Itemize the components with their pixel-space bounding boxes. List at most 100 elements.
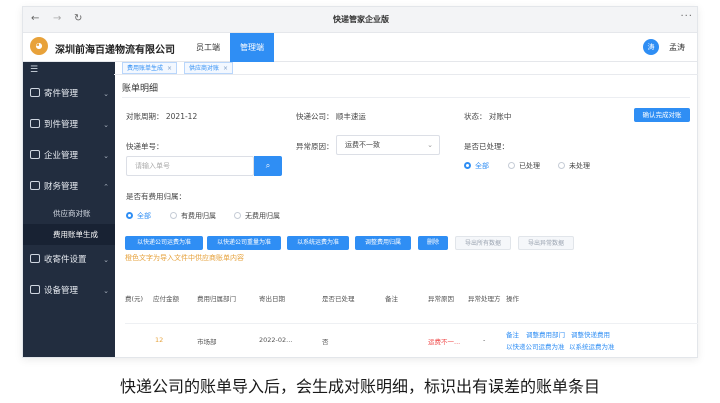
column-header: 应付金额 (153, 295, 179, 303)
window-title: 快递管家企业版 (333, 15, 389, 24)
sidebar-item-settings[interactable]: 收寄件设置 ⌄ (23, 245, 115, 276)
chart-icon (30, 181, 40, 190)
tab-staff[interactable]: 员工端 (186, 33, 230, 62)
use-system-freight-button[interactable]: 以系统运费为准 (287, 236, 349, 250)
chevron-down-icon: ⌄ (103, 121, 109, 129)
page-tab-supplier-reconcile[interactable]: 供应商对账 × (184, 62, 234, 74)
radio-label: 已处理 (519, 162, 540, 170)
chevron-up-icon: ⌃ (103, 183, 109, 191)
adjust-attribution-button[interactable]: 调整费用归属 (355, 236, 411, 250)
sidebar-item-label: 企业管理 (44, 151, 79, 161)
hint-text: 橙色文字为导入文件中供应商账单内容 (125, 254, 244, 262)
close-icon[interactable]: × (167, 65, 172, 72)
tab-label: 供应商对账 (189, 65, 220, 72)
device-icon (30, 285, 40, 294)
cell-processed: 否 (322, 338, 329, 346)
attribution-label: 是否有费用归属： (126, 192, 186, 201)
inbox-icon (30, 119, 40, 128)
op-use-system-freight-link[interactable]: 以系统运费为准 (569, 341, 615, 351)
table-divider (125, 323, 698, 324)
status-info: 状态： 对账中 (464, 112, 512, 121)
attribution-all-radio[interactable]: 全部 (126, 211, 151, 221)
search-icon: ⌕ (265, 161, 271, 170)
reason-value: 运费不一致 (345, 141, 380, 149)
sidebar-item-label: 寄件管理 (44, 89, 79, 99)
sidebar-subitem-supplier-reconcile[interactable]: 供应商对账 (23, 203, 115, 224)
column-header: 备注 (385, 295, 398, 303)
attribution-no-radio[interactable]: 无费用归属 (234, 211, 280, 221)
column-header: 寄出日期 (259, 295, 285, 303)
close-icon[interactable]: × (223, 65, 228, 72)
cell-amount: 12 (155, 336, 164, 344)
tracking-input[interactable]: 请输入单号 (126, 156, 254, 176)
use-courier-freight-button[interactable]: 以快递公司运费为准 (125, 236, 203, 250)
sidebar-item-label: 到件管理 (44, 120, 79, 130)
caption: 快递公司的账单导入后，会生成对账明细，标识出有误差的账单条目 (119, 377, 600, 396)
page-tabs: 费用账单生成 × 供应商对账 × (114, 61, 698, 75)
main-content: 费用账单生成 × 供应商对账 × 账单明细 对账周期： 2021-12 快递公司： … (114, 61, 698, 358)
sidebar-item-finance[interactable]: 财务管理 ⌃ (23, 172, 115, 203)
browser-chrome: ← → ↻ 快递管家企业版 ··· (23, 7, 697, 33)
radio-label: 有费用归属 (181, 212, 216, 220)
avatar[interactable]: 涛 (643, 39, 659, 55)
tracking-label: 快递单号： (126, 142, 164, 151)
app-header: ◕ 深圳前海百递物流有限公司 员工端 管理端 涛 孟涛 (23, 33, 697, 62)
op-adjust-fee-link[interactable]: 调整快递费用 (571, 329, 610, 339)
sidebar-item-label: 财务管理 (44, 182, 79, 192)
radio-label: 无费用归属 (245, 212, 280, 220)
company-logo-icon: ◕ (30, 37, 48, 55)
export-exception-button[interactable]: 导出异常数据 (518, 236, 574, 250)
processed-label: 是否已处理： (464, 142, 509, 151)
tab-admin[interactable]: 管理端 (230, 33, 274, 62)
attribution-yes-radio[interactable]: 有费用归属 (170, 211, 216, 221)
sidebar-item-arrival[interactable]: 到件管理 ⌄ (23, 110, 115, 141)
courier-info: 快递公司： 顺丰速运 (296, 112, 366, 121)
export-all-button[interactable]: 导出所有数据 (455, 236, 511, 250)
sidebar-item-enterprise[interactable]: 企业管理 ⌄ (23, 141, 115, 172)
column-header: 异常处理方 (468, 295, 501, 303)
chevron-down-icon: ⌄ (103, 256, 109, 264)
page-tab-bill-generation[interactable]: 费用账单生成 × (122, 62, 178, 74)
search-button[interactable]: ⌕ (254, 156, 282, 176)
delete-button[interactable]: 删除 (418, 236, 448, 250)
column-header: 费用归属部门 (197, 295, 236, 303)
sidebar-item-devices[interactable]: 设备管理 ⌄ (23, 276, 115, 307)
column-header: 费(元) (125, 295, 144, 303)
page-title: 账单明细 (122, 84, 159, 94)
op-remark-link[interactable]: 备注 (506, 329, 519, 339)
reason-select[interactable]: 运费不一致 ⌄ (336, 135, 440, 155)
settings-icon (30, 254, 40, 263)
use-courier-weight-button[interactable]: 以快递公司重量为准 (207, 236, 281, 250)
chevron-down-icon: ⌄ (103, 287, 109, 295)
sidebar-item-send[interactable]: 寄件管理 ⌄ (23, 79, 115, 110)
cell-handler: - (483, 336, 486, 344)
chevron-down-icon: ⌄ (427, 141, 433, 149)
more-icon[interactable]: ··· (680, 11, 693, 22)
radio-label: 全部 (475, 162, 489, 170)
user-name[interactable]: 孟涛 (669, 42, 685, 53)
cell-exception-reason: 运费不一... (428, 338, 461, 346)
company-name: 深圳前海百递物流有限公司 (55, 45, 175, 56)
period-info: 对账周期： 2021-12 (126, 112, 198, 121)
column-header: 异常原因 (428, 295, 454, 303)
reason-label: 异常原因： (296, 142, 334, 151)
confirm-reconcile-button[interactable]: 确认完成对账 (634, 108, 690, 122)
processed-yes-radio[interactable]: 已处理 (508, 161, 540, 171)
processed-no-radio[interactable]: 未处理 (558, 161, 590, 171)
column-header: 操作 (506, 295, 519, 303)
sidebar-subitem-bill-generation[interactable]: 费用账单生成 (23, 224, 115, 245)
chevron-down-icon: ⌄ (103, 90, 109, 98)
tab-label: 费用账单生成 (127, 65, 164, 72)
sidebar: ☰ 寄件管理 ⌄ 到件管理 ⌄ 企业管理 ⌄ 财务管理 ⌃ 供应商对账 费用账单生成 收… (23, 62, 115, 357)
sidebar-item-label: 设备管理 (44, 286, 79, 296)
cell-date: 2022-02... (259, 336, 293, 344)
send-icon (30, 88, 40, 97)
cell-department: 市场部 (197, 338, 217, 346)
op-adjust-department-link[interactable]: 调整费用部门 (526, 329, 565, 339)
radio-label: 未处理 (569, 162, 590, 170)
op-use-courier-freight-link[interactable]: 以快递公司运费为准 (506, 341, 565, 351)
menu-toggle-icon[interactable]: ☰ (23, 62, 115, 79)
divider (122, 97, 690, 98)
building-icon (30, 150, 40, 159)
processed-all-radio[interactable]: 全部 (464, 161, 489, 171)
